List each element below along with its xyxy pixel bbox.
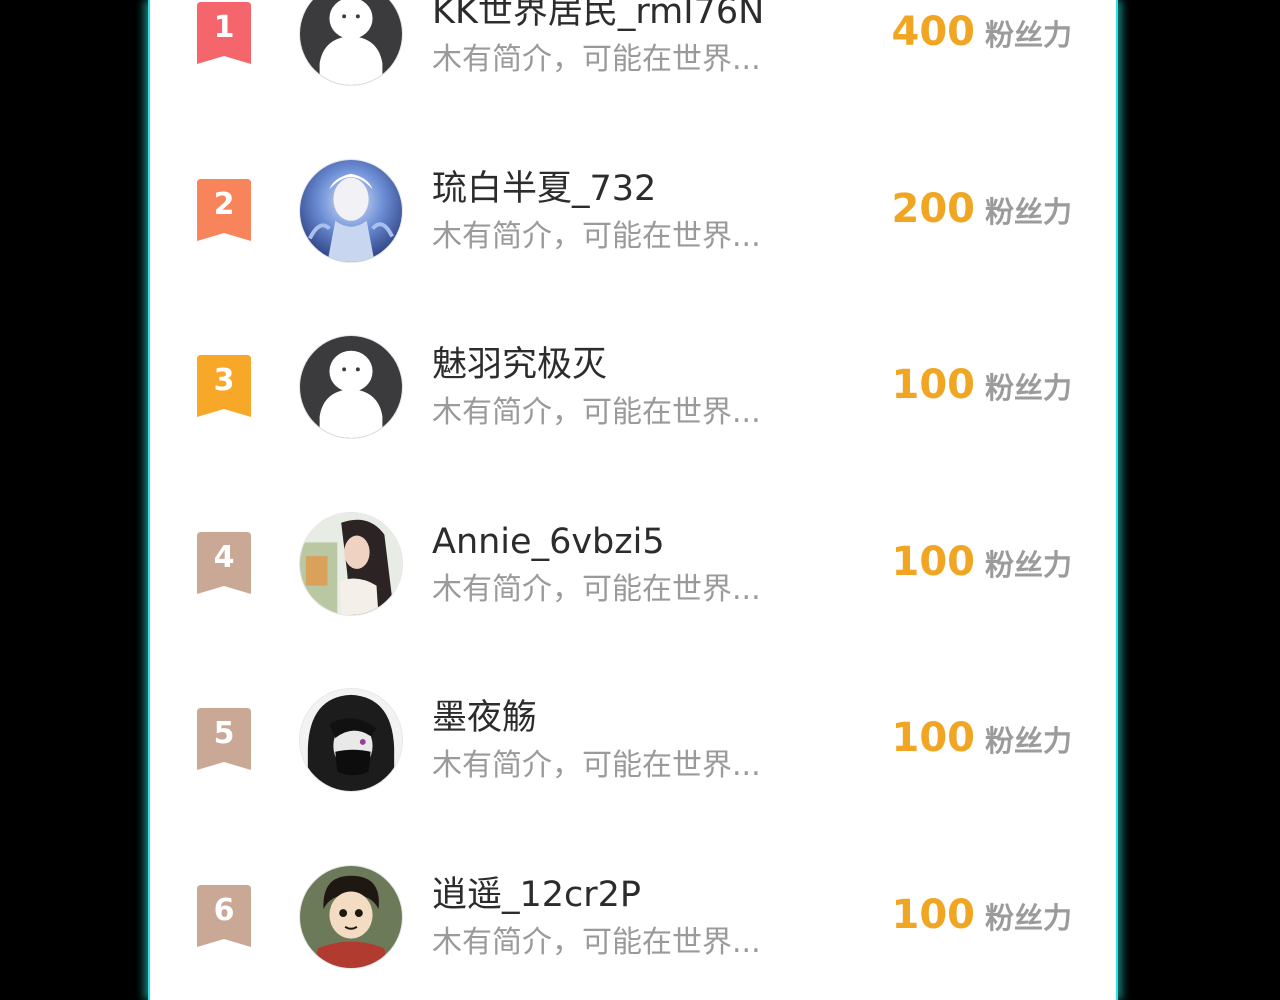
user-name: Annie_6vbzi5 — [432, 521, 665, 562]
ranking-row[interactable]: 5 墨夜觞 木有简介，可能在世界... 100 粉丝力 — [150, 564, 1116, 793]
avatar[interactable] — [299, 864, 403, 969]
ranking-row[interactable]: 1 KK世界居民_rmI76N 木有简介，可能在世界... 400 粉丝力 — [150, 0, 1116, 86]
ranking-row[interactable]: 4 Annie_6vbzi5 木有简介，可能在世界... 100 粉丝力 — [150, 388, 1116, 616]
user-name: 琉白半夏_732 — [432, 168, 657, 209]
ranking-row[interactable]: 6 逍遥_12cr2P 木有简介，可能在世界... 100 粉丝力 — [150, 741, 1116, 969]
app-screen: 1 KK世界居民_rmI76N 木有简介，可能在世界... 400 粉丝力 2 … — [150, 0, 1116, 1000]
ranking-row[interactable]: 2 琉白半夏_732 木有简介，可能在世界... 200 粉丝力 — [150, 35, 1116, 263]
rank-ribbon-icon: 6 — [197, 884, 251, 947]
user-name: 墨夜觞 — [432, 698, 538, 739]
rank-number: 6 — [213, 892, 235, 928]
fan-score: 100 粉丝力 — [891, 891, 1072, 947]
fan-score-value: 100 — [891, 891, 975, 938]
fan-ranking-list: 1 KK世界居民_rmI76N 木有简介，可能在世界... 400 粉丝力 2 … — [150, 0, 1116, 969]
user-name: 逍遥_12cr2P — [432, 874, 642, 915]
user-bio: 木有简介，可能在世界... — [432, 924, 761, 960]
user-name: KK世界居民_rmI76N — [432, 0, 765, 32]
user-name: 魅羽究极灭 — [432, 345, 608, 386]
ranking-row[interactable]: 3 魅羽究极灭 木有简介，可能在世界... 100 粉丝力 — [150, 211, 1116, 440]
fan-score-unit: 粉丝力 — [984, 900, 1072, 935]
